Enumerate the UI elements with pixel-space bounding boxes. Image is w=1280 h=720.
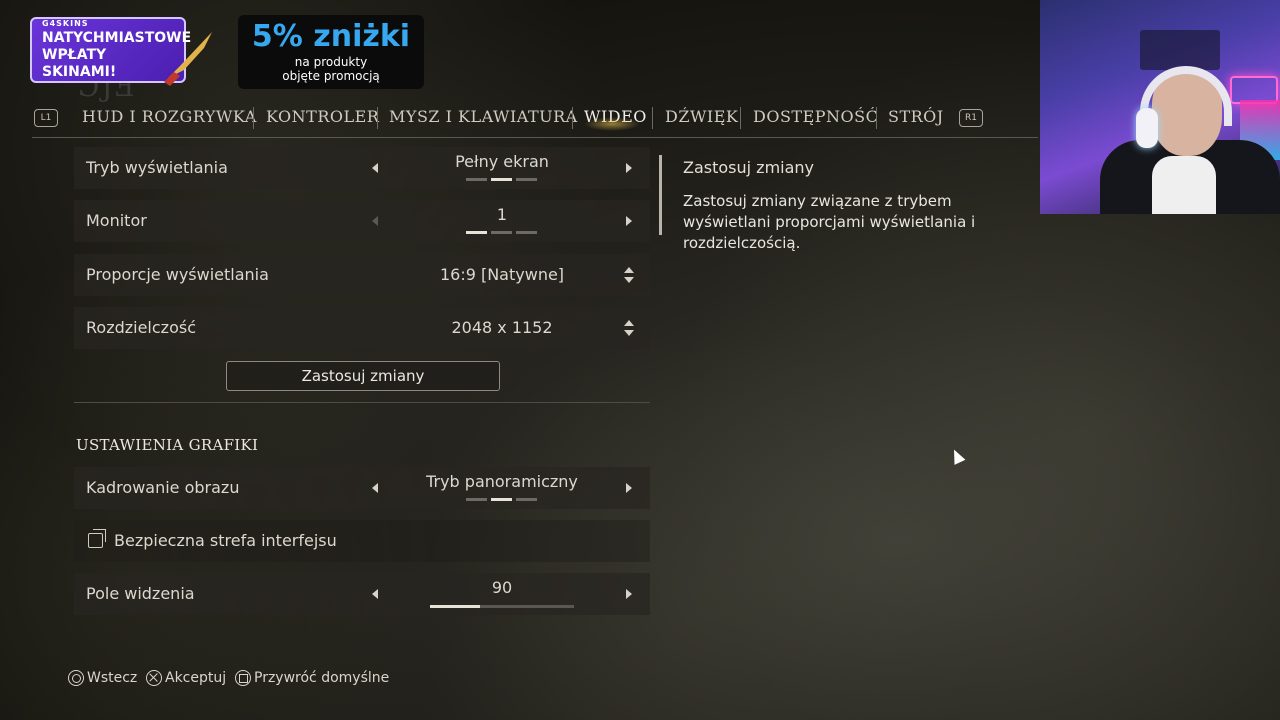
monitor-value: 1 — [496, 205, 508, 224]
tab-outfit[interactable]: STRÓJ — [888, 107, 944, 126]
discount-banner: 5% zniżki na produkty objęte promocją — [238, 15, 424, 89]
fov-slider[interactable] — [430, 605, 574, 608]
monitor-row[interactable]: Monitor 1 — [74, 200, 650, 242]
tab-mouse-keyboard[interactable]: MYSZ I KLAWIATURA — [389, 107, 578, 126]
arrow-right-icon[interactable] — [626, 163, 632, 173]
framing-value: Tryb panoramiczny — [426, 472, 578, 491]
back-prompt[interactable]: Wstecz — [68, 670, 137, 686]
tab-divider — [740, 107, 741, 129]
option-indicator — [466, 178, 538, 181]
discount-sub-2: objęte promocją — [282, 69, 380, 83]
arrow-left-icon[interactable] — [372, 216, 378, 226]
description-text: Zastosuj zmiany związane z trybem wyświe… — [683, 192, 976, 252]
description-scrollbar[interactable] — [659, 155, 662, 235]
discount-sub-1: na produkty — [294, 55, 368, 69]
arrow-left-icon[interactable] — [372, 483, 378, 493]
arrow-left-icon[interactable] — [372, 589, 378, 599]
aspect-ratio-row[interactable]: Proporcje wyświetlania 16:9 [Natywne] — [74, 254, 650, 296]
aspect-ratio-value: 16:9 [Natywne] — [439, 265, 565, 284]
circle-button-icon — [68, 670, 84, 686]
accept-prompt[interactable]: Akceptuj — [146, 670, 226, 686]
back-label: Wstecz — [87, 670, 138, 686]
mouse-cursor-icon — [948, 447, 966, 465]
section-divider — [74, 402, 650, 403]
display-mode-value: Pełny ekran — [455, 152, 549, 171]
safe-zone-icon — [88, 529, 106, 548]
square-button-icon — [235, 670, 251, 686]
monitor-label: Monitor — [86, 211, 147, 230]
resolution-value: 2048 x 1152 — [451, 318, 553, 337]
fov-label: Pole widzenia — [86, 584, 195, 603]
tab-divider — [652, 107, 653, 129]
fov-row[interactable]: Pole widzenia 90 — [74, 573, 650, 615]
option-indicator — [466, 498, 538, 501]
resolution-label: Rozdzielczość — [86, 318, 196, 337]
discount-percent: 5% zniżki — [251, 19, 411, 54]
arrow-left-icon[interactable] — [372, 163, 378, 173]
tab-divider — [572, 107, 573, 129]
safe-zone-label: Bezpieczna strefa interfejsu — [114, 531, 337, 550]
framing-row[interactable]: Kadrowanie obrazu Tryb panoramiczny — [74, 467, 650, 509]
active-tab-glow — [584, 117, 640, 131]
accept-label: Akceptuj — [165, 670, 227, 686]
headset-earcup — [1136, 108, 1158, 148]
updown-icon[interactable] — [624, 267, 634, 283]
option-indicator — [466, 231, 538, 234]
tab-controller[interactable]: KONTROLER — [266, 107, 379, 126]
arrow-right-icon[interactable] — [626, 589, 632, 599]
display-mode-label: Tryb wyświetlania — [86, 158, 228, 177]
webcam-shelf — [1140, 30, 1220, 70]
tab-sound[interactable]: DŹWIĘK — [665, 107, 738, 126]
display-mode-row[interactable]: Tryb wyświetlania Pełny ekran — [74, 147, 650, 189]
tab-divider — [876, 107, 877, 129]
tab-divider — [253, 107, 254, 129]
safe-zone-row[interactable]: Bezpieczna strefa interfejsu — [74, 520, 650, 562]
sponsor-brand: G4SKINS — [42, 19, 89, 28]
knife-icon — [164, 32, 212, 86]
webcam-overlay — [1040, 0, 1280, 214]
framing-label: Kadrowanie obrazu — [86, 478, 240, 497]
tab-hud[interactable]: HUD I ROZGRYWKA — [82, 107, 257, 126]
tab-accessibility[interactable]: DOSTĘPNOŚĆ — [753, 107, 878, 126]
l1-bumper-icon[interactable]: L1 — [34, 109, 58, 127]
resolution-row[interactable]: Rozdzielczość 2048 x 1152 — [74, 307, 650, 349]
arrow-right-icon[interactable] — [626, 483, 632, 493]
fov-slider-fill — [430, 605, 481, 608]
aspect-ratio-label: Proporcje wyświetlania — [86, 265, 269, 284]
updown-icon[interactable] — [624, 320, 634, 336]
settings-tab-bar: L1 HUD I ROZGRYWKA KONTROLER MYSZ I KLAW… — [32, 103, 1038, 138]
cross-button-icon — [146, 670, 162, 686]
apply-changes-button[interactable]: Zastosuj zmiany — [226, 361, 500, 391]
fov-value: 90 — [491, 578, 513, 597]
tab-divider — [377, 107, 378, 129]
webcam-person-shirt — [1152, 156, 1216, 214]
graphics-section-title: USTAWIENIA GRAFIKI — [76, 436, 259, 454]
r1-bumper-icon[interactable]: R1 — [959, 109, 983, 127]
description-title: Zastosuj zmiany — [683, 158, 815, 177]
arrow-right-icon[interactable] — [626, 216, 632, 226]
reset-prompt[interactable]: Przywróć domyślne — [235, 670, 389, 686]
reset-label: Przywróć domyślne — [254, 670, 390, 686]
